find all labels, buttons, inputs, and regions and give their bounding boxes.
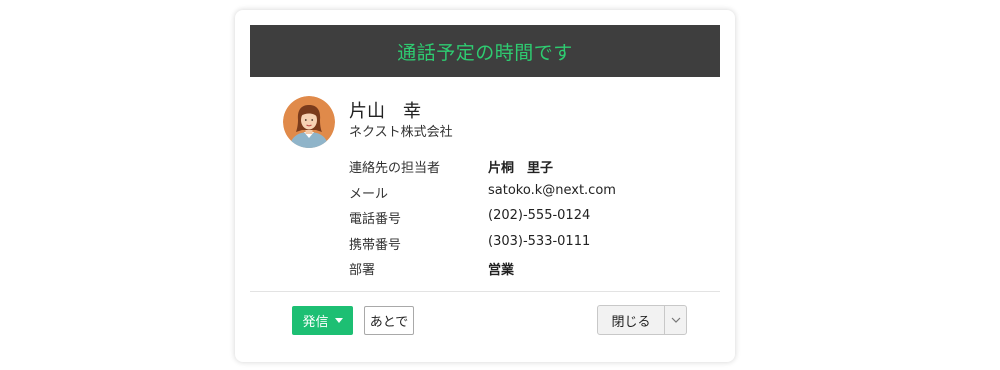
detail-label: 携帯番号: [349, 237, 402, 253]
detail-row-phone: 電話番号 (202)-555-0124: [349, 204, 709, 230]
contact-owner-value: 片桐 里子: [488, 161, 554, 176]
close-button-group: 閉じる: [597, 305, 687, 335]
close-options-button[interactable]: [664, 306, 686, 334]
caret-down-icon: [334, 318, 343, 323]
phone-value: (202)-555-0124: [488, 208, 591, 223]
detail-row-email: メール satoko.k@next.com: [349, 179, 709, 205]
detail-label: 電話番号: [349, 212, 402, 227]
email-value: satoko.k@next.com: [488, 182, 616, 198]
later-button[interactable]: あとで: [364, 306, 414, 335]
mobile-value: (303)-533-0111: [488, 233, 591, 249]
detail-row-mobile: 携帯番号 (303)-533-0111: [349, 230, 709, 256]
contact-company: ネクスト株式会社: [349, 125, 453, 140]
chevron-down-icon: [671, 317, 680, 323]
close-button[interactable]: 閉じる: [598, 306, 664, 334]
dialog-title: 通話予定の時間です: [397, 41, 573, 64]
dialog-header: 通話予定の時間です: [250, 25, 720, 77]
detail-label: 連絡先の担当者: [349, 161, 441, 176]
detail-row-contact-owner: 連絡先の担当者 片桐 里子: [349, 153, 709, 179]
detail-row-department: 部署 営業: [349, 255, 709, 281]
contact-details: 連絡先の担当者 片桐 里子 メール satoko.k@next.com 電話番号…: [349, 153, 709, 281]
contact-name: 片山 幸: [349, 101, 421, 122]
detail-label: 部署: [349, 263, 376, 278]
call-button-label: 発信: [302, 315, 329, 330]
woman-avatar-icon: [283, 96, 335, 148]
detail-label: メール: [349, 186, 389, 202]
call-reminder-dialog: 通話予定の時間です 片山 幸 ネクスト株式会社 連絡先の担当者 片桐 里子 メー…: [235, 10, 735, 362]
department-value: 営業: [488, 263, 515, 278]
call-button[interactable]: 発信: [292, 306, 353, 335]
footer-divider: [250, 291, 720, 292]
